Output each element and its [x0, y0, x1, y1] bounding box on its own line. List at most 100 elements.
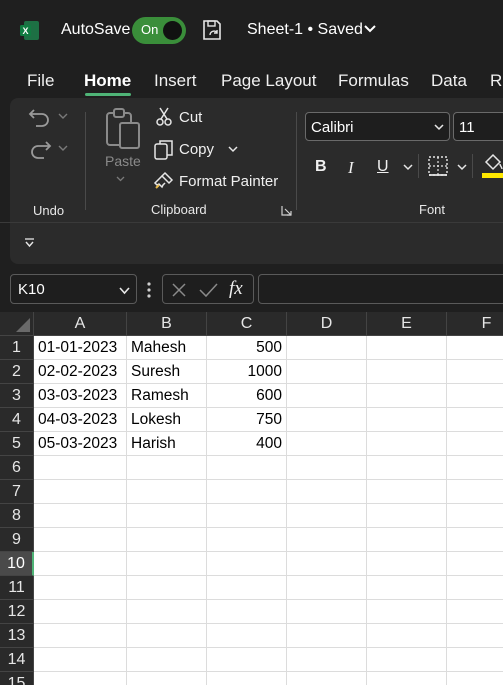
- cell-d5[interactable]: [287, 432, 367, 456]
- row-header-3[interactable]: 3: [0, 384, 34, 408]
- cell-a1[interactable]: 01-01-2023: [34, 336, 127, 360]
- cell-a7[interactable]: [34, 480, 127, 504]
- cell-d1[interactable]: [287, 336, 367, 360]
- cell-b5[interactable]: Harish: [127, 432, 207, 456]
- column-header-a[interactable]: A: [34, 312, 127, 336]
- cell-f4[interactable]: [447, 408, 503, 432]
- tab-review[interactable]: Re: [490, 71, 503, 91]
- row-header-1[interactable]: 1: [0, 336, 34, 360]
- cell-a5[interactable]: 05-03-2023: [34, 432, 127, 456]
- row-header-4[interactable]: 4: [0, 408, 34, 432]
- cell-e14[interactable]: [367, 648, 447, 672]
- cell-d13[interactable]: [287, 624, 367, 648]
- name-box[interactable]: K10: [10, 274, 137, 304]
- chevron-down-icon[interactable]: [58, 113, 68, 120]
- cell-c9[interactable]: [207, 528, 287, 552]
- cell-d15[interactable]: [287, 672, 367, 685]
- cell-f14[interactable]: [447, 648, 503, 672]
- cell-a13[interactable]: [34, 624, 127, 648]
- cell-f10[interactable]: [447, 552, 503, 576]
- underline-button[interactable]: U: [377, 158, 389, 176]
- cell-c10[interactable]: [207, 552, 287, 576]
- cell-e5[interactable]: [367, 432, 447, 456]
- cell-f7[interactable]: [447, 480, 503, 504]
- cell-e1[interactable]: [367, 336, 447, 360]
- insert-function-button[interactable]: fx: [229, 278, 243, 300]
- cell-a6[interactable]: [34, 456, 127, 480]
- select-all-button[interactable]: [0, 312, 34, 336]
- cell-a11[interactable]: [34, 576, 127, 600]
- cell-b7[interactable]: [127, 480, 207, 504]
- cell-b12[interactable]: [127, 600, 207, 624]
- column-header-f[interactable]: F: [447, 312, 503, 336]
- cell-d7[interactable]: [287, 480, 367, 504]
- cell-c2[interactable]: 1000: [207, 360, 287, 384]
- cell-f12[interactable]: [447, 600, 503, 624]
- chevron-down-icon[interactable]: [58, 145, 68, 152]
- fill-color-icon[interactable]: [482, 152, 503, 179]
- copy-icon[interactable]: [154, 139, 174, 160]
- cell-d3[interactable]: [287, 384, 367, 408]
- column-header-b[interactable]: B: [127, 312, 207, 336]
- enter-check-icon[interactable]: [199, 282, 218, 298]
- cell-a10[interactable]: [34, 552, 127, 576]
- cell-d4[interactable]: [287, 408, 367, 432]
- cell-c12[interactable]: [207, 600, 287, 624]
- cell-e7[interactable]: [367, 480, 447, 504]
- cell-e9[interactable]: [367, 528, 447, 552]
- cell-d2[interactable]: [287, 360, 367, 384]
- cell-d14[interactable]: [287, 648, 367, 672]
- cell-d11[interactable]: [287, 576, 367, 600]
- cell-b10[interactable]: [127, 552, 207, 576]
- collapse-ribbon-icon[interactable]: [24, 238, 35, 248]
- formula-input[interactable]: [258, 274, 503, 304]
- font-size-select[interactable]: 11: [453, 112, 503, 141]
- cell-a12[interactable]: [34, 600, 127, 624]
- row-header-11[interactable]: 11: [0, 576, 34, 600]
- chevron-down-icon[interactable]: [364, 24, 376, 34]
- cut-icon[interactable]: [155, 107, 173, 127]
- cell-a14[interactable]: [34, 648, 127, 672]
- cell-c11[interactable]: [207, 576, 287, 600]
- cell-a15[interactable]: [34, 672, 127, 685]
- cell-b15[interactable]: [127, 672, 207, 685]
- paste-label[interactable]: Paste: [105, 153, 141, 169]
- cell-f6[interactable]: [447, 456, 503, 480]
- cell-c3[interactable]: 600: [207, 384, 287, 408]
- column-header-d[interactable]: D: [287, 312, 367, 336]
- font-name-select[interactable]: Calibri: [305, 112, 450, 141]
- row-header-9[interactable]: 9: [0, 528, 34, 552]
- cell-b4[interactable]: Lokesh: [127, 408, 207, 432]
- cell-d8[interactable]: [287, 504, 367, 528]
- cell-f3[interactable]: [447, 384, 503, 408]
- cell-f9[interactable]: [447, 528, 503, 552]
- cell-e15[interactable]: [367, 672, 447, 685]
- cell-d6[interactable]: [287, 456, 367, 480]
- cell-b2[interactable]: Suresh: [127, 360, 207, 384]
- cut-label[interactable]: Cut: [179, 109, 202, 126]
- tab-data[interactable]: Data: [431, 71, 467, 91]
- italic-button[interactable]: I: [348, 158, 354, 178]
- bold-button[interactable]: B: [315, 158, 327, 176]
- chevron-down-icon[interactable]: [228, 146, 238, 153]
- row-header-8[interactable]: 8: [0, 504, 34, 528]
- cell-d10[interactable]: [287, 552, 367, 576]
- tab-formulas[interactable]: Formulas: [338, 71, 409, 91]
- undo-icon[interactable]: [28, 106, 52, 128]
- cell-f1[interactable]: [447, 336, 503, 360]
- tab-insert[interactable]: Insert: [154, 71, 197, 91]
- cell-b3[interactable]: Ramesh: [127, 384, 207, 408]
- cell-b1[interactable]: Mahesh: [127, 336, 207, 360]
- row-header-7[interactable]: 7: [0, 480, 34, 504]
- tab-file[interactable]: File: [27, 71, 54, 91]
- cell-a4[interactable]: 04-03-2023: [34, 408, 127, 432]
- cell-b13[interactable]: [127, 624, 207, 648]
- cell-e10[interactable]: [367, 552, 447, 576]
- dialog-launcher-icon[interactable]: [281, 205, 292, 216]
- cell-c15[interactable]: [207, 672, 287, 685]
- chevron-down-icon[interactable]: [457, 164, 467, 171]
- autosave-toggle[interactable]: On: [132, 17, 186, 44]
- cell-b6[interactable]: [127, 456, 207, 480]
- cell-e2[interactable]: [367, 360, 447, 384]
- cell-f2[interactable]: [447, 360, 503, 384]
